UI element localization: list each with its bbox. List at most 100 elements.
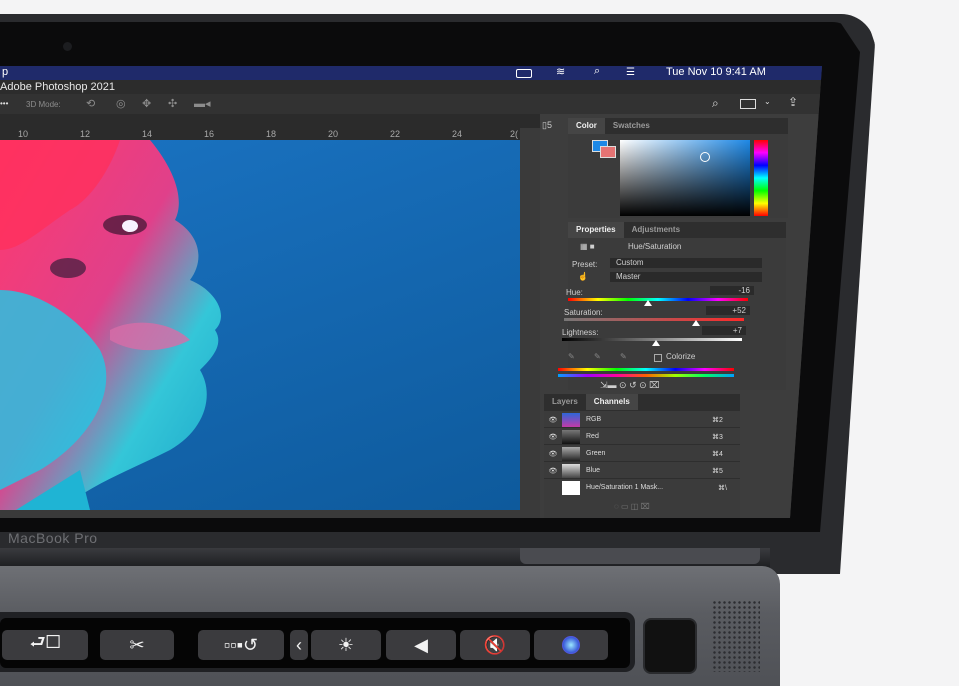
mute-icon[interactable]: 🔇: [460, 630, 530, 660]
eye-icon[interactable]: 👁: [544, 416, 562, 424]
channels-panel-tabs: Layers Channels: [544, 394, 740, 410]
color-picker-field[interactable]: [620, 140, 750, 216]
hue-value[interactable]: -16: [710, 286, 754, 295]
3d-mode-label: 3D Mode:: [26, 100, 61, 109]
window-restore-icon[interactable]: ▫▫▪↺: [198, 630, 284, 660]
menu-bar: p ≋ ⌕ ☰ Tue Nov 10 9:41 AM: [0, 66, 822, 80]
channel-row[interactable]: 👁 Blue ⌘5: [544, 461, 740, 479]
siri-icon[interactable]: [534, 630, 608, 660]
background-swatch[interactable]: [600, 146, 616, 158]
speaker-grille: [712, 600, 760, 672]
hue-track[interactable]: [568, 298, 748, 301]
search-icon[interactable]: ⌕: [594, 66, 600, 78]
colorize-checkbox[interactable]: [654, 354, 662, 362]
color-picker-cursor[interactable]: [700, 152, 710, 162]
channel-thumbnail: [562, 463, 580, 478]
screen-mirror-icon[interactable]: ⮐☐: [2, 630, 88, 660]
chevron-left-icon[interactable]: ‹: [290, 630, 308, 660]
search-icon[interactable]: ⌕: [712, 96, 719, 111]
channel-row[interactable]: 👁 Green ⌘4: [544, 444, 740, 462]
app-menu[interactable]: p: [2, 66, 8, 78]
channel-thumbnail: [562, 446, 580, 461]
eye-icon[interactable]: 👁: [544, 467, 562, 475]
pan-icon[interactable]: ✥: [142, 97, 151, 110]
volume-icon[interactable]: ◀: [386, 630, 456, 660]
eyedropper-minus-icon[interactable]: ✎: [620, 352, 627, 361]
preset-label: Preset:: [572, 260, 598, 269]
adjustment-icon: ▦ ■: [580, 242, 595, 251]
channel-shortcut: ⌘\: [718, 484, 727, 492]
workspace-icon[interactable]: [740, 99, 756, 109]
color-bar-top: [558, 368, 734, 371]
channel-row[interactable]: 👁 RGB ⌘2: [544, 410, 740, 428]
tab-layers[interactable]: Layers: [544, 394, 586, 410]
ruler-tick: 24: [452, 129, 463, 139]
channel-row[interactable]: Hue/Saturation 1 Mask... ⌘\: [544, 478, 740, 496]
eye-icon[interactable]: 👁: [544, 433, 562, 441]
options-bar: ••• 3D Mode: ⟲ ◎ ✥ ✣ ▬◂ ⌕ ⌄ ⇪: [0, 94, 822, 114]
history-icon[interactable]: ▯5: [542, 120, 552, 131]
channel-row[interactable]: 👁 Red ⌘3: [544, 427, 740, 445]
control-center-icon[interactable]: ☰: [626, 67, 635, 78]
slide-icon[interactable]: ✣: [168, 97, 177, 110]
document-tab-bar: [0, 114, 540, 128]
channel-name: Hue/Saturation 1 Mask...: [586, 484, 664, 491]
ruler-tick: 10: [18, 129, 29, 139]
wifi-icon[interactable]: ≋: [556, 66, 565, 78]
clip-to-layer-icon[interactable]: ⇲▬ ⊙ ↺ ⊙ ⌧: [600, 380, 660, 391]
device-label: MacBook Pro: [8, 530, 98, 546]
channel-shortcut: ⌘4: [712, 450, 723, 458]
ruler-tick: 22: [390, 129, 401, 139]
channel-name: Green: [586, 450, 606, 457]
orbit-icon[interactable]: ⟲: [86, 97, 95, 110]
channel-thumbnail: [562, 480, 580, 495]
share-icon[interactable]: ⇪: [788, 95, 798, 109]
properties-panel-tabs: Properties Adjustments: [568, 222, 786, 238]
screenshot-icon[interactable]: ✂: [100, 630, 174, 660]
adjustment-name: Hue/Saturation: [628, 242, 682, 251]
ruler-tick: 12: [80, 129, 91, 139]
tab-color[interactable]: Color: [568, 118, 605, 134]
channels-footer-icons[interactable]: ◌ ▭ ◫ ⌧: [614, 502, 650, 511]
hue-thumb[interactable]: [644, 300, 652, 306]
ruler-tick: 20: [328, 129, 339, 139]
tab-channels[interactable]: Channels: [585, 394, 638, 410]
lightness-value[interactable]: +7: [702, 326, 746, 335]
brightness-icon[interactable]: ☀: [311, 630, 381, 660]
targeted-adjustment-icon[interactable]: ☝: [578, 272, 588, 281]
eye-icon[interactable]: 👁: [544, 450, 562, 458]
tab-properties[interactable]: Properties: [568, 222, 624, 238]
channel-thumbnail: [562, 412, 580, 427]
lightness-thumb[interactable]: [652, 340, 660, 346]
channel-select[interactable]: Master: [610, 272, 762, 282]
touch-id-button[interactable]: [643, 618, 697, 674]
saturation-value[interactable]: +52: [706, 306, 750, 315]
panel-dock: ▯5 Color Swatches Properties Adjustments…: [540, 114, 822, 518]
ruler-tick: 2(: [510, 129, 519, 139]
clock[interactable]: Tue Nov 10 9:41 AM: [666, 66, 766, 78]
roll-icon[interactable]: ◎: [116, 97, 126, 110]
channel-shortcut: ⌘3: [712, 433, 723, 441]
tab-swatches[interactable]: Swatches: [605, 118, 658, 134]
preset-select[interactable]: Custom: [610, 258, 762, 268]
window-title: Adobe Photoshop 2021: [0, 81, 115, 93]
channel-name: Red: [586, 433, 599, 440]
properties-panel: Properties Adjustments ▦ ■ Hue/Saturatio…: [558, 222, 786, 391]
saturation-thumb[interactable]: [692, 320, 700, 326]
tab-adjustments[interactable]: Adjustments: [624, 222, 688, 238]
chevron-down-icon[interactable]: ⌄: [764, 97, 771, 106]
title-bar: Adobe Photoshop 2021: [0, 80, 822, 94]
channel-thumbnail: [562, 429, 580, 444]
saturation-track[interactable]: [564, 318, 744, 321]
ruler-tick: 18: [266, 129, 277, 139]
ruler-tick: 16: [204, 129, 215, 139]
document-canvas[interactable]: [0, 140, 520, 510]
eyedropper-icon[interactable]: ✎: [568, 352, 575, 361]
eyedropper-plus-icon[interactable]: ✎: [594, 352, 601, 361]
video-camera-icon[interactable]: ▬◂: [194, 97, 211, 110]
color-bar-bottom: [558, 374, 734, 377]
lightness-label: Lightness:: [562, 328, 599, 337]
hue-slider[interactable]: [754, 140, 768, 216]
battery-icon[interactable]: [516, 69, 532, 78]
more-icon[interactable]: •••: [0, 99, 8, 108]
